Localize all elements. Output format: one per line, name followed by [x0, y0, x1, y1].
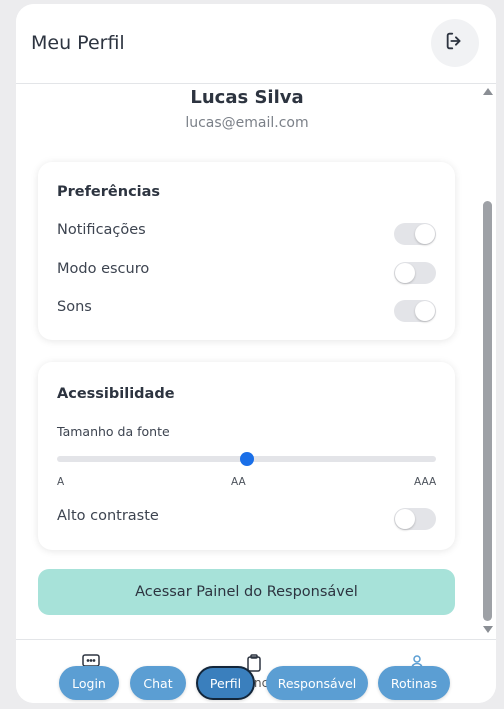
- toggle-knob: [415, 224, 435, 244]
- accessibility-card: Acessibilidade Tamanho da fonte A AA AAA…: [38, 362, 455, 550]
- bottom-nav: nc Login Chat Perfil Responsável Rotinas: [16, 639, 496, 703]
- high-contrast-label: Alto contraste: [57, 508, 159, 524]
- tick-large: AAA: [414, 476, 437, 488]
- scrollbar-thumb[interactable]: [483, 201, 492, 621]
- font-size-slider[interactable]: [57, 452, 436, 466]
- dark-mode-toggle[interactable]: [394, 262, 436, 284]
- page-title: Meu Perfil: [31, 32, 125, 54]
- toggle-knob: [415, 301, 435, 321]
- font-size-label: Tamanho da fonte: [57, 424, 170, 439]
- header: Meu Perfil: [16, 4, 496, 84]
- sounds-label: Sons: [57, 299, 92, 315]
- nav-chat-button[interactable]: Chat: [130, 666, 186, 700]
- dark-mode-label: Modo escuro: [57, 261, 150, 277]
- notifications-label: Notificações: [57, 222, 146, 238]
- scrollbar[interactable]: [480, 84, 496, 639]
- tick-small: A: [57, 476, 65, 488]
- user-email: lucas@email.com: [185, 115, 309, 131]
- nav-responsavel-button[interactable]: Responsável: [266, 666, 368, 700]
- phone-screen: Meu Perfil Lucas Silva lucas@email.com P…: [16, 4, 496, 703]
- accessibility-title: Acessibilidade: [57, 386, 175, 402]
- profile-scroll-area[interactable]: Lucas Silva lucas@email.com Preferências…: [16, 84, 496, 639]
- nav-perfil-button[interactable]: Perfil: [196, 666, 255, 700]
- sounds-toggle[interactable]: [394, 300, 436, 322]
- guardian-panel-button[interactable]: Acessar Painel do Responsável: [38, 569, 455, 615]
- slider-thumb[interactable]: [239, 452, 254, 466]
- notifications-toggle[interactable]: [394, 223, 436, 245]
- user-name: Lucas Silva: [190, 87, 304, 108]
- nav-rotinas-button[interactable]: Rotinas: [378, 666, 450, 700]
- toggle-knob: [395, 263, 415, 283]
- toggle-knob: [395, 509, 415, 529]
- scroll-up-arrow[interactable]: [483, 88, 493, 95]
- logout-button[interactable]: [431, 19, 479, 67]
- preferences-card: Preferências Notificações Modo escuro So…: [38, 162, 455, 340]
- preferences-title: Preferências: [57, 184, 161, 200]
- logout-icon: [444, 30, 466, 56]
- tick-medium: AA: [231, 476, 246, 488]
- scroll-down-arrow[interactable]: [483, 626, 493, 633]
- high-contrast-toggle[interactable]: [394, 508, 436, 530]
- nav-login-button[interactable]: Login: [59, 666, 119, 700]
